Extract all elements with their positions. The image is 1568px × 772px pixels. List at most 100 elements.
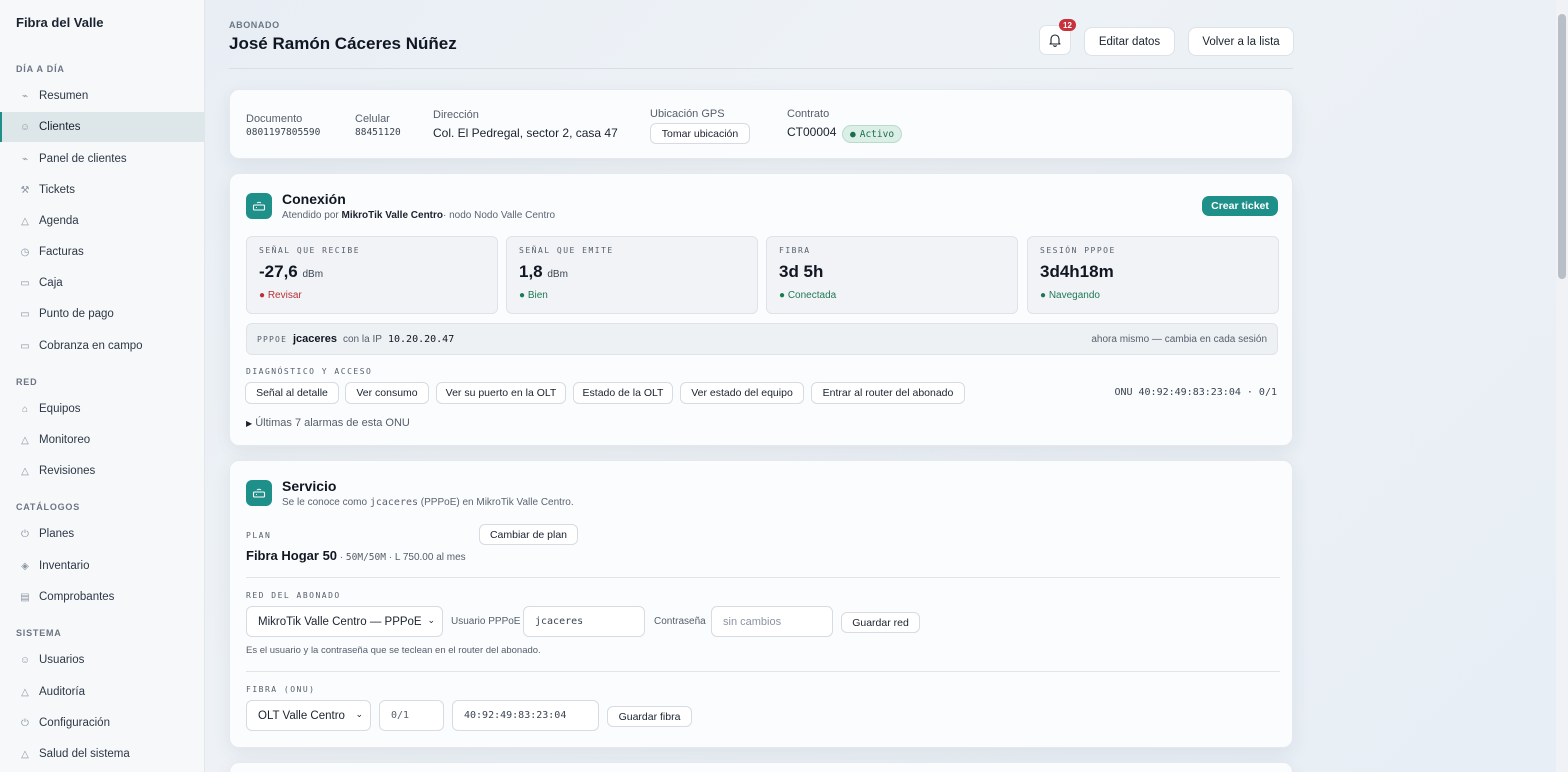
triangle-icon: △ (21, 215, 29, 227)
pppoe-user-input[interactable]: jcaceres (523, 606, 645, 637)
contract-value: CT00004 (787, 125, 837, 139)
device-status-button[interactable]: Ver estado del equipo (680, 382, 804, 404)
ip-note: ahora mismo — cambia en cada sesión (1091, 334, 1267, 345)
connection-card: Conexión Atendido por MikroTik Valle Cen… (229, 173, 1293, 446)
password-input[interactable]: sin cambios (711, 606, 833, 637)
sidebar-item-label: Auditoría (39, 686, 86, 698)
connection-title: Conexión (282, 191, 346, 207)
metric-number: -27,6 (259, 262, 298, 281)
sidebar-item-label: Cobranza en campo (39, 340, 143, 352)
sidebar-item-monitoreo[interactable]: △ Monitoreo (0, 425, 205, 455)
service-subtitle: Se le conoce como jcaceres (PPPoE) en Mi… (282, 497, 574, 508)
brand-name: Fibra del Valle (16, 15, 104, 30)
metric-value: 1,8 dBm (519, 262, 568, 282)
sidebar-item-cobranza[interactable]: ▭ Cobranza en campo (0, 331, 205, 361)
router-icon (246, 480, 272, 506)
save-network-button[interactable]: Guardar red (841, 612, 920, 633)
users-icon: ☺ (19, 654, 31, 666)
card-icon: ▭ (20, 277, 30, 289)
onu-mac-input[interactable]: 40:92:49:83:23:04 (452, 700, 599, 731)
sidebar-item-label: Comprobantes (39, 591, 115, 603)
sidebar-item-comprobantes[interactable]: ▤ Comprobantes (0, 582, 205, 612)
pppoe-user: jcaceres (369, 497, 419, 508)
sidebar-item-label: Clientes (39, 121, 81, 133)
sidebar-item-panel-clientes[interactable]: ⌁ Panel de clientes (0, 144, 205, 174)
password-label: Contraseña (654, 616, 706, 627)
sidebar-item-inventario[interactable]: ◈ Inventario (0, 551, 205, 581)
sidebar-item-configuracion[interactable]: ⏻ Configuración (0, 708, 205, 738)
plan-summary: Fibra Hogar 50 · 50M/50M · L 750.00 al m… (246, 548, 466, 563)
network-caption: RED DEL ABONADO (246, 591, 341, 600)
ip-value: 10.20.20.47 (388, 334, 455, 345)
signal-detail-button[interactable]: Señal al detalle (245, 382, 339, 404)
triangle-icon: △ (21, 434, 29, 446)
users-icon: ☺ (19, 121, 31, 133)
scrollbar-thumb[interactable] (1558, 14, 1566, 279)
subtitle-prefix: Atendido por (282, 210, 339, 221)
router-name: MikroTik Valle Centro (341, 210, 444, 221)
chevron-down-icon: ⌄ (427, 615, 435, 625)
metric-status: ● Navegando (1040, 290, 1100, 301)
card-icon: ▭ (20, 340, 30, 352)
sidebar: Fibra del Valle DÍA A DÍA ⌁ Resumen ☺ Clie… (0, 0, 205, 772)
metric-tx-signal: SEÑAL QUE EMITE 1,8 dBm ● Bien (506, 236, 758, 314)
onu-port-input[interactable]: 0/1 (379, 700, 444, 731)
box-icon: ◈ (21, 560, 29, 572)
sidebar-item-caja[interactable]: ▭ Caja (0, 268, 205, 298)
sidebar-item-tickets[interactable]: ⚒ Tickets (0, 175, 205, 205)
onu-info: ONU 40:92:49:83:23:04 · 0/1 (1114, 387, 1277, 398)
olt-status-button[interactable]: Estado de la OLT (573, 382, 673, 404)
sidebar-item-clientes[interactable]: ☺ Clientes (0, 112, 205, 142)
sidebar-item-auditoria[interactable]: △ Auditoría (0, 677, 205, 707)
alarms-toggle[interactable]: ▶ Últimas 7 alarmas de esta ONU (246, 417, 410, 429)
document-value: 0801197805590 (246, 127, 321, 138)
olt-select-value: OLT Valle Centro (258, 709, 345, 722)
view-consumption-button[interactable]: Ver consumo (345, 382, 429, 404)
sidebar-item-label: Monitoreo (39, 434, 91, 446)
sidebar-item-punto-pago[interactable]: ▭ Punto de pago (0, 299, 205, 329)
sidebar-item-revisiones[interactable]: △ Revisiones (0, 456, 205, 486)
save-fiber-button[interactable]: Guardar fibra (607, 706, 692, 727)
router-select[interactable]: MikroTik Valle Centro — PPPoE ⌄ (246, 606, 443, 637)
metric-value: 3d 5h (779, 262, 824, 281)
sidebar-item-label: Panel de clientes (39, 153, 127, 165)
view-olt-port-button[interactable]: Ver su puerto en la OLT (436, 382, 566, 404)
sidebar-item-resumen[interactable]: ⌁ Resumen (0, 81, 205, 111)
enter-router-button[interactable]: Entrar al router del abonado (811, 382, 965, 404)
change-plan-button[interactable]: Cambiar de plan (479, 524, 578, 545)
sidebar-item-agenda[interactable]: △ Agenda (0, 206, 205, 236)
metric-rx-signal: SEÑAL QUE RECIBE -27,6 dBm ● Revisar (246, 236, 498, 314)
ip-label: con la IP (343, 334, 382, 345)
sidebar-item-facturas[interactable]: ◷ Facturas (0, 237, 205, 267)
sidebar-item-usuarios[interactable]: ☺ Usuarios (0, 645, 205, 675)
sidebar-item-equipos[interactable]: ⌂ Equipos (0, 394, 205, 424)
olt-select[interactable]: OLT Valle Centro ⌄ (246, 700, 371, 731)
section-divider (246, 577, 1280, 578)
metric-unit: dBm (547, 269, 568, 280)
edit-data-button[interactable]: Editar datos (1084, 27, 1175, 56)
create-ticket-button[interactable]: Crear ticket (1202, 196, 1278, 216)
phone-label: Celular (355, 113, 390, 125)
address-label: Dirección (433, 109, 479, 121)
sidebar-item-salud[interactable]: △ Salud del sistema (0, 739, 205, 769)
bell-icon (1049, 34, 1061, 47)
metric-status-label: Navegando (1048, 290, 1100, 301)
chevron-down-icon: ⌄ (355, 709, 363, 719)
document-icon: ▤ (20, 591, 30, 603)
metric-value: -27,6 dBm (259, 262, 323, 282)
take-location-button[interactable]: Tomar ubicación (650, 123, 750, 144)
activity-icon: ⌁ (21, 90, 29, 102)
nav-section-title: SISTEMA (16, 628, 62, 638)
triangle-right-icon: ▶ (246, 419, 253, 428)
activity-icon: ⌁ (21, 153, 29, 165)
metric-value: 3d4h18m (1040, 262, 1114, 281)
section-divider (246, 671, 1280, 672)
sidebar-item-planes[interactable]: ⏻ Planes (0, 519, 205, 549)
back-to-list-button[interactable]: Volver a la lista (1188, 27, 1294, 56)
diagnostics-title: DIAGNÓSTICO Y ACCESO (246, 367, 373, 376)
sidebar-item-label: Equipos (39, 403, 81, 415)
page-title: José Ramón Cáceres Núñez (229, 34, 457, 53)
plan-price: L 750.00 al mes (394, 552, 466, 563)
metric-pppoe-session: SESIÓN PPPOE 3d4h18m ● Navegando (1027, 236, 1279, 314)
sidebar-item-label: Revisiones (39, 465, 96, 477)
